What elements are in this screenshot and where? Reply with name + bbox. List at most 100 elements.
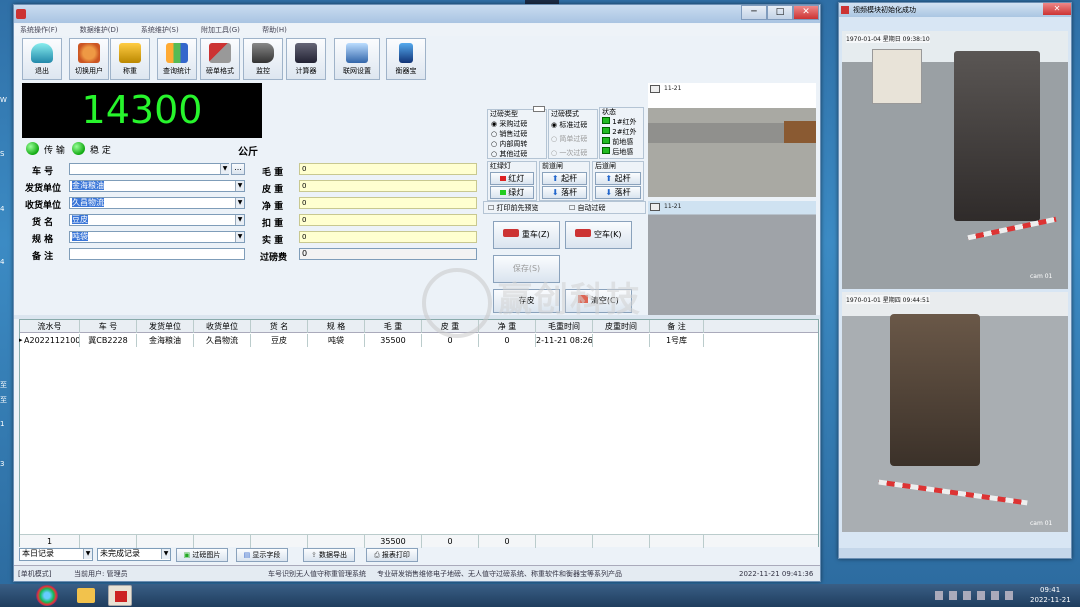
column-header[interactable]: 净 重 bbox=[479, 320, 536, 333]
menu-tools[interactable]: 附加工具(G) bbox=[201, 26, 240, 34]
status-green-icon bbox=[602, 147, 610, 154]
video-window-title-bar: 视频模块初始化成功 bbox=[839, 3, 1071, 17]
goods-dropdown-icon[interactable]: ▼ bbox=[235, 215, 244, 225]
network-icon bbox=[346, 43, 368, 63]
menu-help[interactable]: 帮助(H) bbox=[262, 26, 287, 34]
column-header[interactable]: 流水号 bbox=[20, 320, 80, 333]
menu-maintenance[interactable]: 系统维护(S) bbox=[141, 26, 179, 34]
footer-cell: 35500 bbox=[365, 535, 422, 548]
print-preview-checkbox[interactable]: ☐ 打印前先预览 bbox=[488, 203, 539, 213]
column-header[interactable]: 货 名 bbox=[251, 320, 308, 333]
taskbar-app-icon[interactable] bbox=[108, 585, 132, 606]
taskbar-date: 2022-11-21 bbox=[1030, 596, 1071, 604]
front-gate-down-button[interactable]: ⬇ 落杆 bbox=[542, 186, 587, 199]
column-header[interactable]: 毛 重 bbox=[365, 320, 422, 333]
sender-select[interactable]: 金海粮油 bbox=[69, 180, 245, 192]
fee-input[interactable]: 0 bbox=[299, 248, 477, 260]
period-dropdown-icon[interactable]: ▼ bbox=[83, 549, 92, 559]
column-header[interactable]: 发货单位 bbox=[137, 320, 194, 333]
toolbar-weigh-button[interactable]: 称重 bbox=[110, 38, 150, 80]
toolbar-phone-button[interactable]: 衡器宝 bbox=[386, 38, 426, 80]
empty-vehicle-button[interactable]: 空车(K) bbox=[565, 221, 632, 249]
footer-cell bbox=[80, 535, 137, 548]
plate-input[interactable] bbox=[69, 163, 229, 175]
maximize-button[interactable]: □ bbox=[767, 5, 793, 20]
footer-cell: 1 bbox=[20, 535, 80, 548]
goods-select[interactable]: 豆皮 bbox=[69, 214, 245, 226]
deduct-input[interactable]: 0 bbox=[299, 214, 477, 226]
green-light-button[interactable]: 绿灯 bbox=[490, 186, 534, 199]
table-row[interactable]: ▸ A202211210002 冀CB2228 金海粮油 久昌物流 豆皮 吨袋 … bbox=[19, 334, 818, 347]
calculator-icon bbox=[295, 43, 317, 63]
note-input[interactable] bbox=[69, 248, 245, 260]
sender-dropdown-icon[interactable]: ▼ bbox=[235, 181, 244, 191]
close-button[interactable]: ✕ bbox=[793, 5, 819, 20]
records-table: 流水号 车 号 发货单位 收货单位 货 名 规 格 毛 重 皮 重 净 重 毛重… bbox=[19, 319, 819, 548]
start-button[interactable] bbox=[36, 585, 58, 606]
video-1-truck bbox=[954, 51, 1040, 221]
weigh-type-option[interactable]: ○ 其他过磅 bbox=[491, 149, 527, 159]
back-gate-up-button[interactable]: ⬆ 起杆 bbox=[595, 172, 641, 185]
show-fields-button[interactable]: ▤ 显示字段 bbox=[236, 548, 288, 562]
column-header[interactable]: 皮重时间 bbox=[593, 320, 650, 333]
column-header[interactable]: 备 注 bbox=[650, 320, 704, 333]
weigh-type-option[interactable]: ○ 内部周转 bbox=[491, 139, 527, 149]
weigh-image-button[interactable]: ▣ 过磅图片 bbox=[176, 548, 228, 562]
plate-lookup-button[interactable]: ... bbox=[231, 163, 245, 175]
actual-input[interactable]: 0 bbox=[299, 231, 477, 243]
column-header[interactable]: 车 号 bbox=[80, 320, 137, 333]
column-header[interactable]: 收货单位 bbox=[194, 320, 251, 333]
desktop-label: W bbox=[0, 96, 7, 104]
minimize-button[interactable]: ─ bbox=[741, 5, 767, 20]
auto-weigh-checkbox[interactable]: ☐ 自动过磅 bbox=[569, 203, 606, 213]
toolbar-statistics-button[interactable]: 查询统计 bbox=[157, 38, 197, 80]
plate-dropdown-icon[interactable]: ▼ bbox=[220, 164, 229, 174]
net-input[interactable]: 0 bbox=[299, 197, 477, 209]
filter-dropdown-icon[interactable]: ▼ bbox=[161, 549, 170, 559]
camera-icon bbox=[252, 43, 274, 63]
video-window: 视频模块初始化成功 ✕ 1970-01-04 星期日 09:38:10 cam … bbox=[838, 2, 1072, 559]
toolbar-calculator-button[interactable]: 计算器 bbox=[286, 38, 326, 80]
red-light-button[interactable]: 红灯 bbox=[490, 172, 534, 185]
back-gate-down-button[interactable]: ⬇ 落杆 bbox=[595, 186, 641, 199]
spec-select[interactable]: 吨袋 bbox=[69, 231, 245, 243]
gross-input[interactable]: 0 bbox=[299, 163, 477, 175]
weigh-mode-option[interactable]: ○ 一次过磅 bbox=[551, 148, 587, 158]
weigh-mode-option[interactable]: ◉ 标准过磅 bbox=[551, 120, 587, 130]
tare-input[interactable]: 0 bbox=[299, 180, 477, 192]
options-row: ☐ 打印前先预览 ☐ 自动过磅 bbox=[483, 201, 646, 214]
toolbar-network-button[interactable]: 联网设置 bbox=[334, 38, 380, 80]
filter-select[interactable]: 未完成记录 bbox=[97, 548, 171, 561]
video-close-button[interactable]: ✕ bbox=[1043, 3, 1071, 15]
toolbar-switch-user-button[interactable]: 切换用户 bbox=[69, 38, 109, 80]
period-select[interactable]: 本日记录 bbox=[19, 548, 93, 561]
spec-dropdown-icon[interactable]: ▼ bbox=[235, 232, 244, 242]
front-gate-up-button[interactable]: ⬆ 起杆 bbox=[542, 172, 587, 185]
stable-label: 稳 定 bbox=[90, 146, 111, 156]
receiver-select[interactable]: 久昌物流 bbox=[69, 197, 245, 209]
menu-system[interactable]: 系统操作(F) bbox=[20, 26, 58, 34]
deduct-label: 扣 重 bbox=[262, 219, 284, 229]
toolbar-exit-button[interactable]: 退出 bbox=[22, 38, 62, 80]
video-2-barrier bbox=[878, 479, 1028, 506]
menu-data[interactable]: 数据维护(D) bbox=[80, 26, 119, 34]
column-header[interactable]: 毛重时间 bbox=[536, 320, 593, 333]
desktop-label: 4 bbox=[0, 205, 5, 213]
toolbar-ticket-format-button[interactable]: 磅单格式 bbox=[200, 38, 240, 80]
weigh-mode-option[interactable]: ○ 简单过磅 bbox=[551, 134, 587, 144]
heavy-vehicle-button[interactable]: 重车(Z) bbox=[493, 221, 560, 249]
print-report-button[interactable]: ⎙ 报表打印 bbox=[366, 548, 418, 562]
taskbar-folder-icon[interactable] bbox=[77, 588, 95, 603]
toolbar-monitor-button[interactable]: 监控 bbox=[243, 38, 283, 80]
weigh-type-option[interactable]: ○ 销售过磅 bbox=[491, 129, 527, 139]
weigh-type-option[interactable]: ◉ 采购过磅 bbox=[491, 119, 527, 129]
taskbar: 09:41 2022-11-21 bbox=[0, 584, 1080, 607]
gross-label: 毛 重 bbox=[262, 168, 284, 178]
table-cell: 1号库 bbox=[650, 334, 704, 347]
table-cell: 冀CB2228 bbox=[80, 334, 137, 347]
receiver-dropdown-icon[interactable]: ▼ bbox=[235, 198, 244, 208]
camera-front-timestamp: 11-21 bbox=[664, 85, 682, 92]
export-button[interactable]: ⇪ 数据导出 bbox=[303, 548, 355, 562]
column-header[interactable]: 规 格 bbox=[308, 320, 365, 333]
arrow-down-icon: ⬇ bbox=[551, 188, 559, 197]
